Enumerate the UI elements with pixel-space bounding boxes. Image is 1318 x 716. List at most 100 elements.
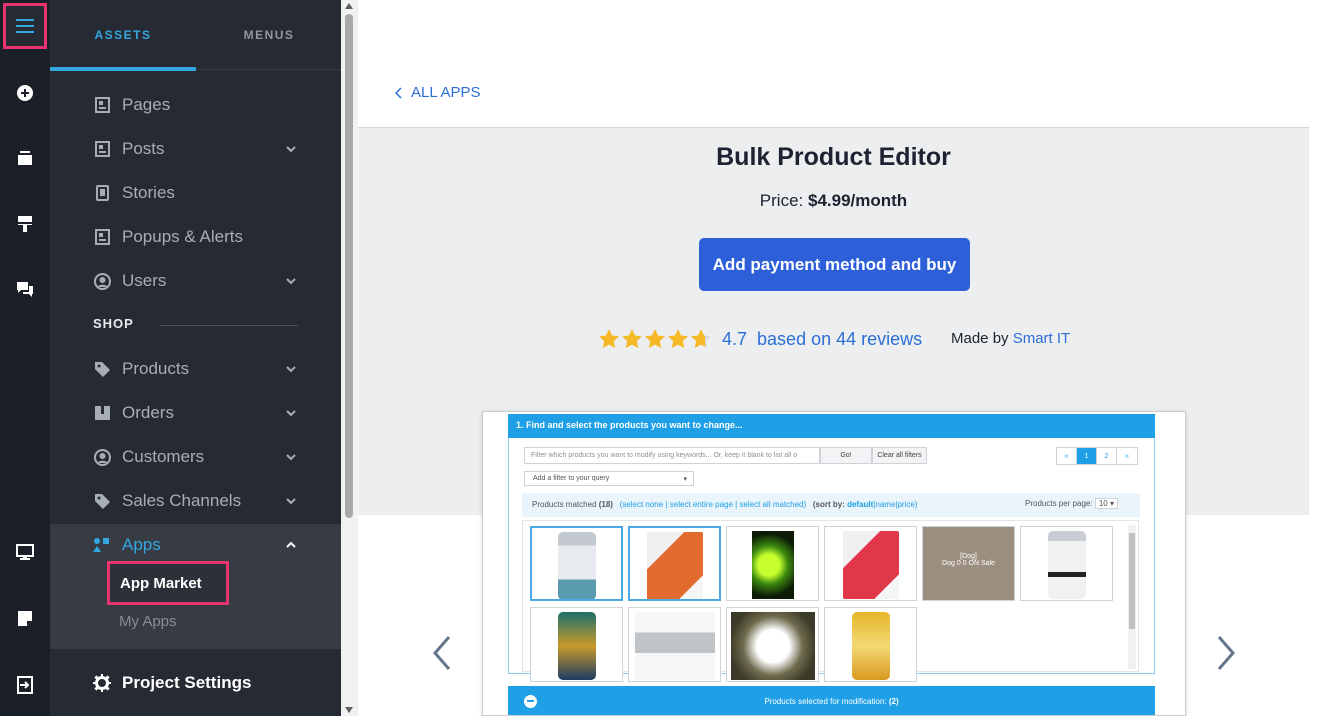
sidebar-item-pages[interactable]: Pages [50, 83, 341, 127]
stories-icon [93, 184, 111, 202]
sidebar-item-stories[interactable]: Stories [50, 171, 341, 215]
app-root: ASSETS MENUS Pages Posts Stories Popups … [0, 0, 1318, 716]
preview-button[interactable] [0, 532, 50, 572]
sidebar-item-label: Sales Channels [122, 491, 242, 510]
sidebar-subitem-my-apps[interactable]: My Apps [119, 613, 177, 630]
scroll-down-arrow-icon[interactable] [345, 707, 353, 713]
design-button[interactable] [0, 204, 50, 244]
tab-assets[interactable]: ASSETS [50, 0, 196, 71]
sidebar-item-label: Products [122, 359, 190, 378]
tag-icon [93, 492, 111, 510]
screenshot-matched-bar: Products matched (18) (select none | sel… [522, 493, 1140, 517]
sidebar-item-popups-alerts[interactable]: Popups & Alerts [50, 215, 341, 259]
sale-thumb-subtitle: Dog 0 0 ON Sale [942, 560, 995, 567]
sale-thumb-title: [Dog] [960, 553, 977, 560]
price-label: Price: [759, 191, 804, 210]
sidebar-item-posts[interactable]: Posts [50, 127, 341, 171]
screenshot-step-header: 1. Find and select the products you want… [508, 414, 1155, 438]
sidebar-tabs: ASSETS MENUS [50, 0, 342, 71]
page-icon [93, 140, 111, 158]
rating-value: 4.7 [722, 328, 748, 349]
section-label-shop: SHOP [93, 316, 134, 331]
add-circle-icon [17, 85, 33, 101]
add-button[interactable] [0, 73, 50, 113]
chevron-down-icon [286, 278, 296, 285]
sidebar-item-label: Users [122, 271, 167, 290]
chevron-down-icon [286, 366, 296, 373]
app-screenshot[interactable]: 1. Find and select the products you want… [482, 411, 1186, 716]
select-none-link: (select none [619, 500, 664, 509]
star-icon [599, 329, 619, 349]
main-content: ALL APPS Bulk Product Editor Price: $4.9… [358, 0, 1318, 716]
sidebar-item-label: Project Settings [122, 673, 252, 692]
layers-button[interactable] [0, 138, 50, 178]
sidebar-item-users[interactable]: Users [50, 259, 341, 303]
chat-button[interactable] [0, 269, 50, 309]
tab-menus[interactable]: MENUS [196, 0, 342, 70]
section-divider [160, 325, 298, 326]
matched-count: (18) [598, 500, 613, 509]
per-page-value: 10 [1098, 499, 1108, 508]
caret-down-icon: ▾ [683, 476, 687, 483]
sort-name: name [875, 500, 896, 509]
chevron-left-icon [395, 86, 402, 99]
add-filter-label: Add a filter to your query [533, 475, 610, 482]
rating-row: 4.7 based on 44 reviews [598, 325, 922, 353]
footer-label: Products selected for modification: [764, 697, 887, 706]
chat-icon [17, 282, 33, 297]
chevron-down-icon [286, 498, 296, 505]
screenshot-clear-button: Clear all filters [872, 447, 927, 464]
sort-label: (sort by: [812, 500, 845, 509]
sidebar-subitem-app-market[interactable]: App Market [107, 561, 229, 605]
scroll-up-arrow-icon[interactable] [345, 3, 353, 9]
price-value: $4.99/month [808, 191, 908, 210]
product-thumb [726, 526, 819, 601]
scroll-thumb[interactable] [345, 14, 353, 518]
sidebar-item-orders[interactable]: Orders [50, 391, 341, 435]
sidebar-item-label: Stories [122, 183, 175, 202]
minus-circle-icon [524, 695, 537, 708]
sidebar-item-sales-channels[interactable]: Sales Channels [50, 479, 341, 523]
star-icon [691, 329, 711, 349]
product-thumb [628, 607, 721, 682]
icon-rail [0, 0, 50, 716]
chevron-up-icon [286, 541, 296, 548]
sidebar-item-project-settings[interactable]: Project Settings [50, 661, 341, 705]
sidebar-item-products[interactable]: Products [50, 347, 341, 391]
sort-price: price) [897, 500, 918, 509]
footer-count: (2) [888, 697, 899, 706]
product-thumb [628, 526, 721, 601]
sidebar-item-label: Apps [122, 535, 161, 554]
exit-icon [17, 676, 33, 694]
tag-icon [93, 360, 111, 378]
sidebar-item-label: Orders [122, 403, 174, 422]
exit-button[interactable] [0, 665, 50, 705]
matched-label: Products matched [532, 500, 597, 509]
buy-button[interactable]: Add payment method and buy [699, 238, 970, 291]
sidebar-item-label: Pages [122, 95, 171, 114]
chevron-down-icon [286, 454, 296, 461]
grid-scrollbar [1128, 525, 1136, 669]
sidebar: ASSETS MENUS Pages Posts Stories Popups … [50, 0, 341, 716]
sidebar-item-customers[interactable]: Customers [50, 435, 341, 479]
sort-default: default [847, 500, 874, 509]
notes-button[interactable] [0, 598, 50, 638]
carousel-next-icon[interactable] [1214, 634, 1238, 672]
screenshot-go-button: Go! [820, 447, 872, 464]
sidebar-item-label: Popups & Alerts [122, 227, 243, 246]
reviews-link[interactable]: based on 44 reviews [757, 329, 922, 350]
author-link[interactable]: Smart IT [1013, 330, 1071, 347]
product-thumb [530, 526, 623, 601]
chevron-down-icon [286, 410, 296, 417]
select-all-link: select all matched) [739, 500, 807, 509]
back-link-label: ALL APPS [411, 84, 481, 101]
app-price: Price: $4.99/month [358, 191, 1309, 211]
menu-toggle-button[interactable] [3, 3, 47, 49]
carousel-prev-icon[interactable] [430, 634, 454, 672]
screenshot-pager: « 1 2 » [1056, 447, 1138, 465]
sidebar-scrollbar[interactable] [341, 0, 358, 716]
star-icon [668, 329, 688, 349]
all-apps-link[interactable]: ALL APPS [395, 84, 481, 101]
product-thumb [726, 607, 819, 682]
star-icon [645, 329, 665, 349]
